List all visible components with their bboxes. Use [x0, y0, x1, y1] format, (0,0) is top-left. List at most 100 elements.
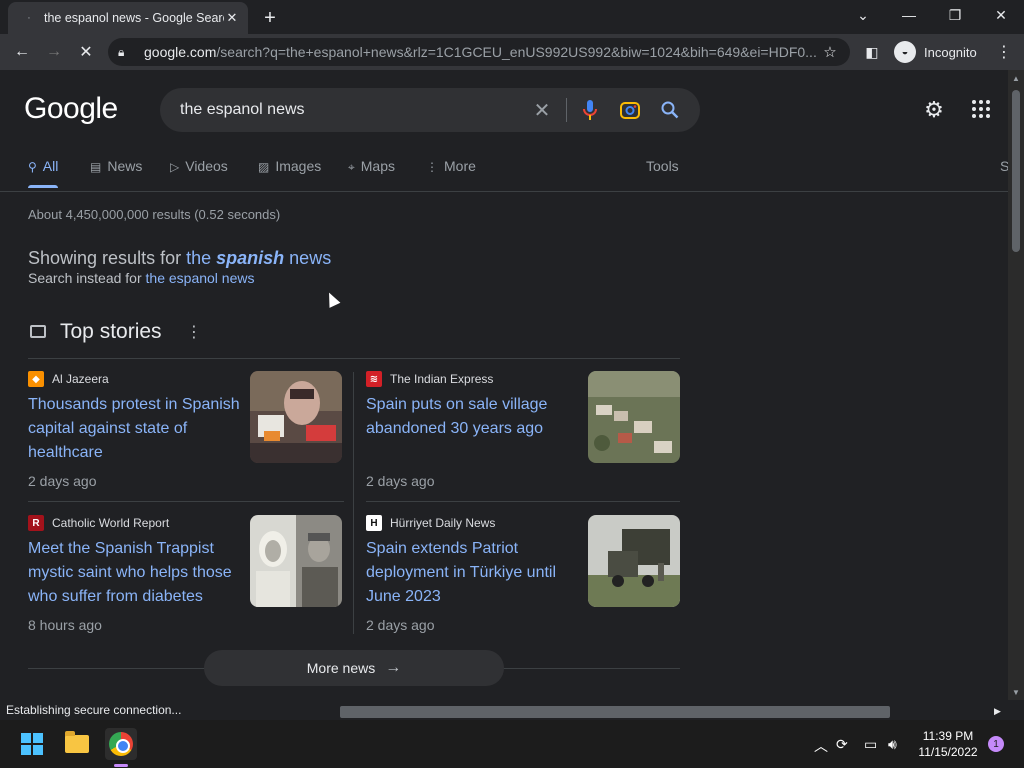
safesearch-label-text: S [1000, 158, 1008, 174]
horizontal-scrollbar[interactable]: ▶ [340, 704, 1008, 720]
tab-news[interactable]: ▤ News [90, 158, 142, 190]
story-headline[interactable]: Meet the Spanish Trappist mystic saint w… [28, 537, 240, 609]
restore-button[interactable]: ❐ [932, 0, 978, 30]
tab-label: Images [275, 158, 322, 174]
scroll-down-icon[interactable]: ▼ [1012, 688, 1020, 697]
scroll-up-icon[interactable]: ▲ [1012, 74, 1020, 83]
search-divider [566, 98, 567, 122]
story-headline[interactable]: Spain puts on sale village abandoned 30 … [366, 393, 578, 441]
browser-tab-strip: · the espanol news - Google Search ✕ + ⌄… [0, 0, 1024, 34]
show-hidden-icons-chevron-icon[interactable]: ︿ [814, 736, 828, 756]
top-stories-title: Top stories [60, 320, 162, 343]
horizontal-scroll-thumb[interactable] [340, 706, 890, 718]
top-stories-icon [30, 325, 46, 338]
search-tabs: ⚲ All ▤ News ▷ Videos ▨ Images ⌖ Maps ⋮ More T… [28, 158, 1008, 190]
story-source-name: Hürriyet Daily News [390, 516, 496, 530]
tab-images[interactable]: ▨ Images [258, 158, 321, 190]
vertical-scrollbar[interactable]: ▲ ▼ [1008, 70, 1024, 700]
minimize-button[interactable]: — [886, 0, 932, 30]
back-button[interactable]: ← [10, 40, 34, 64]
chrome-taskbar-button[interactable] [105, 728, 137, 760]
top-stories-divider [28, 358, 680, 359]
story-source-name: Catholic World Report [52, 516, 170, 530]
side-panel-icon[interactable]: ◧ [860, 40, 884, 64]
forward-button[interactable]: → [42, 40, 66, 64]
story-headline[interactable]: Thousands protest in Spanish capital aga… [28, 393, 240, 465]
safesearch-label[interactable]: S [1000, 158, 1008, 190]
news-icon: ▤ [90, 160, 102, 174]
clear-icon[interactable]: ✕ [530, 98, 554, 122]
scroll-right-icon[interactable]: ▶ [994, 706, 1001, 717]
story-thumbnail[interactable] [588, 371, 680, 463]
lens-search-icon[interactable] [618, 98, 642, 122]
story-source: R Catholic World Report [28, 515, 169, 531]
more-news-button[interactable]: More news → [204, 650, 504, 686]
original-query-link[interactable]: the espanol news [146, 270, 255, 286]
corrected-word-the: the [186, 248, 212, 268]
tab-more[interactable]: ⋮ More [426, 158, 476, 190]
video-icon: ▷ [170, 160, 180, 174]
story-card[interactable]: ≋ The Indian Express Spain puts on sale … [366, 371, 680, 501]
story-card[interactable]: ◆ Al Jazeera Thousands protest in Spanis… [28, 371, 342, 501]
network-icon[interactable]: ▭ [864, 736, 877, 753]
story-card[interactable]: R Catholic World Report Meet the Spanish… [28, 515, 342, 645]
tab-label: All [42, 158, 59, 174]
search-icon[interactable] [658, 98, 682, 122]
new-tab-button[interactable]: + [258, 6, 282, 30]
status-bubble: Establishing secure connection... [0, 700, 188, 720]
story-headline[interactable]: Spain extends Patriot deployment in Türk… [366, 537, 578, 609]
story-source: H Hürriyet Daily News [366, 515, 495, 531]
bookmark-star-icon[interactable]: ☆ [820, 43, 840, 61]
lock-icon[interactable]: 🔒︎ [118, 45, 132, 60]
tools-button[interactable]: Tools [646, 158, 679, 190]
story-thumbnail[interactable] [250, 371, 342, 463]
tab-search-icon[interactable]: ⌄ [840, 0, 886, 30]
close-tab-icon[interactable]: ✕ [224, 10, 240, 26]
tab-all[interactable]: ⚲ All [28, 158, 59, 190]
catholic-world-report-logo-icon: R [28, 515, 44, 531]
chrome-icon [109, 732, 133, 756]
corrected-word-news: news [289, 248, 332, 268]
mouse-cursor [323, 290, 341, 308]
search-input[interactable]: the espanol news [180, 101, 305, 119]
close-window-button[interactable]: ✕ [978, 0, 1024, 30]
clock-time: 11:39 PM [922, 729, 974, 743]
tab-label: News [107, 158, 143, 174]
story-time: 2 days ago [366, 617, 435, 633]
file-explorer-button[interactable] [61, 728, 93, 760]
corrected-query-link[interactable]: the spanish news [186, 248, 331, 268]
search-box[interactable]: the espanol news ✕ [160, 88, 700, 132]
story-thumbnail[interactable] [588, 515, 680, 607]
vertical-scroll-thumb[interactable] [1012, 90, 1020, 252]
story-card[interactable]: H Hürriyet Daily News Spain extends Patr… [366, 515, 680, 645]
browser-tab[interactable]: · the espanol news - Google Search ✕ [8, 2, 248, 34]
system-clock[interactable]: 11:39 PM 11/15/2022 [916, 728, 980, 760]
notification-badge[interactable]: 1 [988, 736, 1004, 752]
stop-loading-button[interactable]: ✕ [74, 40, 98, 64]
incognito-indicator[interactable]: ◒ Incognito [890, 38, 982, 66]
aljazeera-logo-icon: ◆ [28, 371, 44, 387]
active-app-indicator [114, 764, 128, 767]
settings-gear-icon[interactable]: ⚙ [922, 97, 946, 122]
tab-maps[interactable]: ⌖ Maps [348, 158, 395, 190]
start-button[interactable] [16, 728, 48, 760]
address-bar[interactable]: 🔒︎ google.com/search?q=the+espanol+news&… [108, 38, 850, 66]
google-logo[interactable]: Google [24, 92, 118, 126]
tab-label: Videos [185, 158, 228, 174]
story-row-divider [366, 501, 680, 502]
volume-icon[interactable]: 🔊︎ [888, 736, 897, 753]
top-stories-options-icon[interactable]: ⋮ [186, 322, 202, 342]
url-text[interactable]: google.com/search?q=the+espanol+news&rlz… [144, 44, 820, 60]
tab-videos[interactable]: ▷ Videos [170, 158, 228, 190]
sync-icon[interactable]: ⟳ [836, 736, 848, 753]
more-news-label: More news [306, 660, 376, 676]
story-source-name: The Indian Express [390, 372, 494, 386]
url-host: google.com [144, 44, 217, 60]
tab-title: the espanol news - Google Search [44, 11, 224, 25]
google-apps-icon[interactable] [970, 98, 992, 120]
story-thumbnail[interactable] [250, 515, 342, 607]
voice-search-icon[interactable] [578, 98, 602, 122]
browser-menu-icon[interactable]: ⋮ [992, 40, 1016, 64]
story-time: 2 days ago [28, 473, 97, 489]
tools-label: Tools [646, 158, 679, 174]
